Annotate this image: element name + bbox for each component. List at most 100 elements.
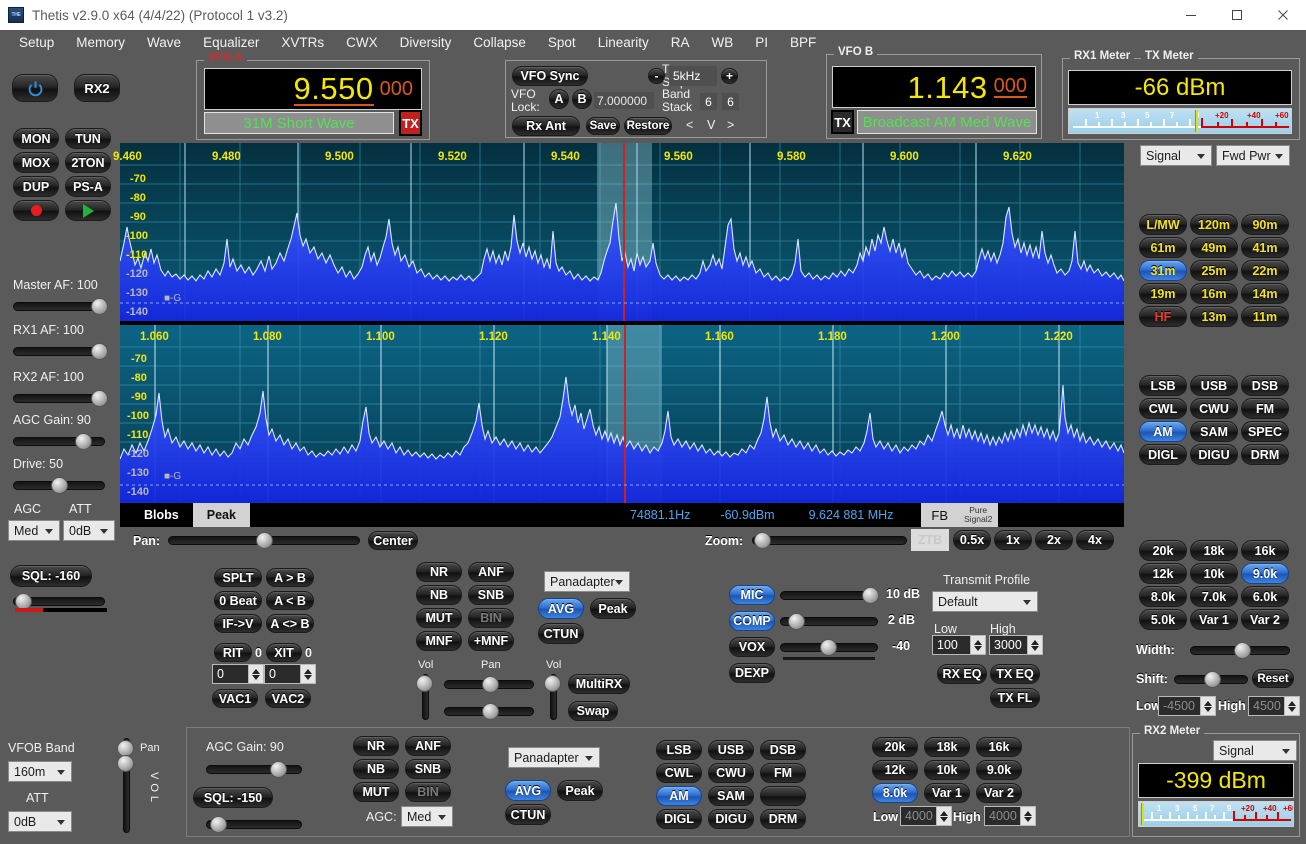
rx2-peak-button[interactable]: Peak (557, 780, 603, 801)
zoom-4x-button[interactable]: 4x (1076, 530, 1114, 550)
rx1-anf-button[interactable]: ANF (468, 562, 514, 582)
rx2-anf-button[interactable]: ANF (405, 736, 451, 756)
menu-item-setup[interactable]: Setup (8, 33, 65, 52)
tx-low-spin-buttons[interactable] (970, 635, 986, 655)
rx2-mode-fm-button[interactable]: FM (760, 763, 806, 783)
slider-knob[interactable] (416, 675, 433, 692)
slider-knob[interactable] (91, 343, 108, 360)
filter-var1-button[interactable]: Var 1 (1190, 609, 1238, 630)
rx2-filter-12k-button[interactable]: 12k (872, 760, 918, 780)
spin-up-icon[interactable] (974, 640, 982, 645)
spin-up-icon[interactable] (304, 669, 312, 674)
filter-high-value[interactable]: 4500 (1248, 696, 1284, 716)
vfo-lock-b[interactable]: B (572, 89, 592, 109)
filter-low-spinner[interactable]: -4500 (1158, 696, 1216, 716)
rx2-mode-blank-button[interactable] (760, 786, 806, 806)
minimize-button[interactable] (1168, 0, 1214, 30)
mic-slider[interactable] (780, 589, 878, 601)
tx-fl-button[interactable]: TX FL (990, 688, 1040, 708)
tune-step-increment[interactable]: + (721, 68, 738, 84)
rx2-agc-select[interactable]: Med (401, 806, 453, 827)
filter-6k-button[interactable]: 6.0k (1241, 586, 1289, 607)
slider-knob[interactable] (544, 675, 561, 692)
rx1-meter-mode-select[interactable]: Signal (1140, 145, 1212, 166)
restore-button[interactable]: Restore (624, 117, 672, 135)
rit-button[interactable]: RIT (214, 643, 252, 662)
band-16m-button[interactable]: 16m (1190, 283, 1238, 304)
spin-up-icon[interactable] (1031, 640, 1039, 645)
rx2-meter-mode-select[interactable]: Signal (1213, 740, 1297, 761)
puresignal-indicator[interactable]: Pure Signal2 (958, 503, 998, 527)
rx-eq-button[interactable]: RX EQ (937, 664, 987, 684)
slider-knob[interactable] (754, 532, 771, 549)
filter-high-spin-buttons[interactable] (1284, 696, 1300, 716)
rx2-filter-18k-button[interactable]: 18k (924, 737, 970, 757)
band-14m-button[interactable]: 14m (1241, 283, 1289, 304)
menu-item-pi[interactable]: PI (744, 33, 779, 52)
rx2-avg-button[interactable]: AVG (505, 780, 551, 801)
rx2-filter-9k-button[interactable]: 9.0k (976, 760, 1022, 780)
zero-beat-button[interactable]: 0 Beat (214, 591, 262, 610)
swap-button[interactable]: Swap (568, 701, 618, 721)
slider-knob[interactable] (482, 676, 499, 693)
shift-slider[interactable] (1174, 673, 1248, 685)
pan-slider[interactable] (168, 534, 360, 546)
vac2-button[interactable]: VAC2 (265, 689, 311, 708)
spin-up-icon[interactable] (1288, 701, 1296, 706)
master-af-slider[interactable] (13, 300, 105, 312)
dexp-button[interactable]: DEXP (729, 663, 775, 683)
rx2-filter-low-spin-buttons[interactable] (936, 806, 952, 826)
filter-12k-button[interactable]: 12k (1139, 563, 1187, 584)
filter-8k-button[interactable]: 8.0k (1139, 586, 1187, 607)
slider-knob[interactable] (1204, 671, 1221, 688)
slider-knob[interactable] (1234, 642, 1251, 659)
filter-10k-button[interactable]: 10k (1190, 563, 1238, 584)
vfob-vol-slider[interactable] (120, 755, 132, 833)
rx-ant-button[interactable]: Rx Ant (512, 116, 580, 136)
tx-low-spinner[interactable]: 100 (932, 635, 986, 655)
slider-knob[interactable] (91, 390, 108, 407)
rit-spin-buttons[interactable] (248, 664, 264, 684)
rx2-mut-button[interactable]: MUT (353, 782, 399, 802)
panadapter-display[interactable] (120, 143, 1124, 503)
rx1-peak-button[interactable]: Peak (590, 598, 636, 619)
band-lmw-button[interactable]: L/MW (1139, 214, 1187, 235)
rx2-mode-sam-button[interactable]: SAM (708, 786, 754, 806)
slider-knob[interactable] (788, 613, 805, 630)
slider-knob[interactable] (820, 639, 837, 656)
rx2-nb-button[interactable]: NB (353, 759, 399, 779)
twoton-button[interactable]: 2TON (65, 152, 111, 173)
tx-high-spinner[interactable]: 3000 (989, 635, 1043, 655)
filter-7k-button[interactable]: 7.0k (1190, 586, 1238, 607)
rx2-gain-slider[interactable] (206, 763, 302, 775)
band-hf-button[interactable]: HF (1139, 306, 1187, 327)
menu-item-collapse[interactable]: Collapse (462, 33, 537, 52)
mode-lsb-button[interactable]: LSB (1139, 375, 1187, 396)
zoom-2x-button[interactable]: 2x (1035, 530, 1073, 550)
filter-9k-button[interactable]: 9.0k (1241, 563, 1289, 584)
mox-button[interactable]: MOX (13, 152, 59, 173)
band-19m-button[interactable]: 19m (1139, 283, 1187, 304)
vox-button[interactable]: VOX (729, 637, 775, 657)
slider-knob[interactable] (482, 703, 499, 720)
menu-item-xvtrs[interactable]: XVTRs (270, 33, 335, 52)
rx2-mode-cwl-button[interactable]: CWL (656, 763, 702, 783)
menu-item-ra[interactable]: RA (660, 33, 701, 52)
drive-slider[interactable] (13, 479, 105, 491)
filter-18k-button[interactable]: 18k (1190, 540, 1238, 561)
nav-prev-button[interactable]: < (686, 118, 693, 132)
slider-knob[interactable] (270, 761, 287, 778)
mode-am-button[interactable]: AM (1139, 421, 1187, 442)
rx2-vol-slider-small[interactable] (547, 674, 559, 720)
rx1-display-mode-select[interactable]: Panadapter (544, 571, 630, 592)
multirx-button[interactable]: MultiRX (568, 674, 630, 694)
close-button[interactable] (1260, 0, 1306, 30)
play-button[interactable] (65, 200, 111, 221)
mode-cwl-button[interactable]: CWL (1139, 398, 1187, 419)
rx2-button[interactable]: RX2 (74, 74, 120, 102)
rx2-snb-button[interactable]: SNB (405, 759, 451, 779)
menu-item-spot[interactable]: Spot (537, 33, 587, 52)
zoom-0.5x-button[interactable]: 0.5x (953, 530, 991, 550)
menu-item-equalizer[interactable]: Equalizer (192, 33, 270, 52)
filter-16k-button[interactable]: 16k (1241, 540, 1289, 561)
